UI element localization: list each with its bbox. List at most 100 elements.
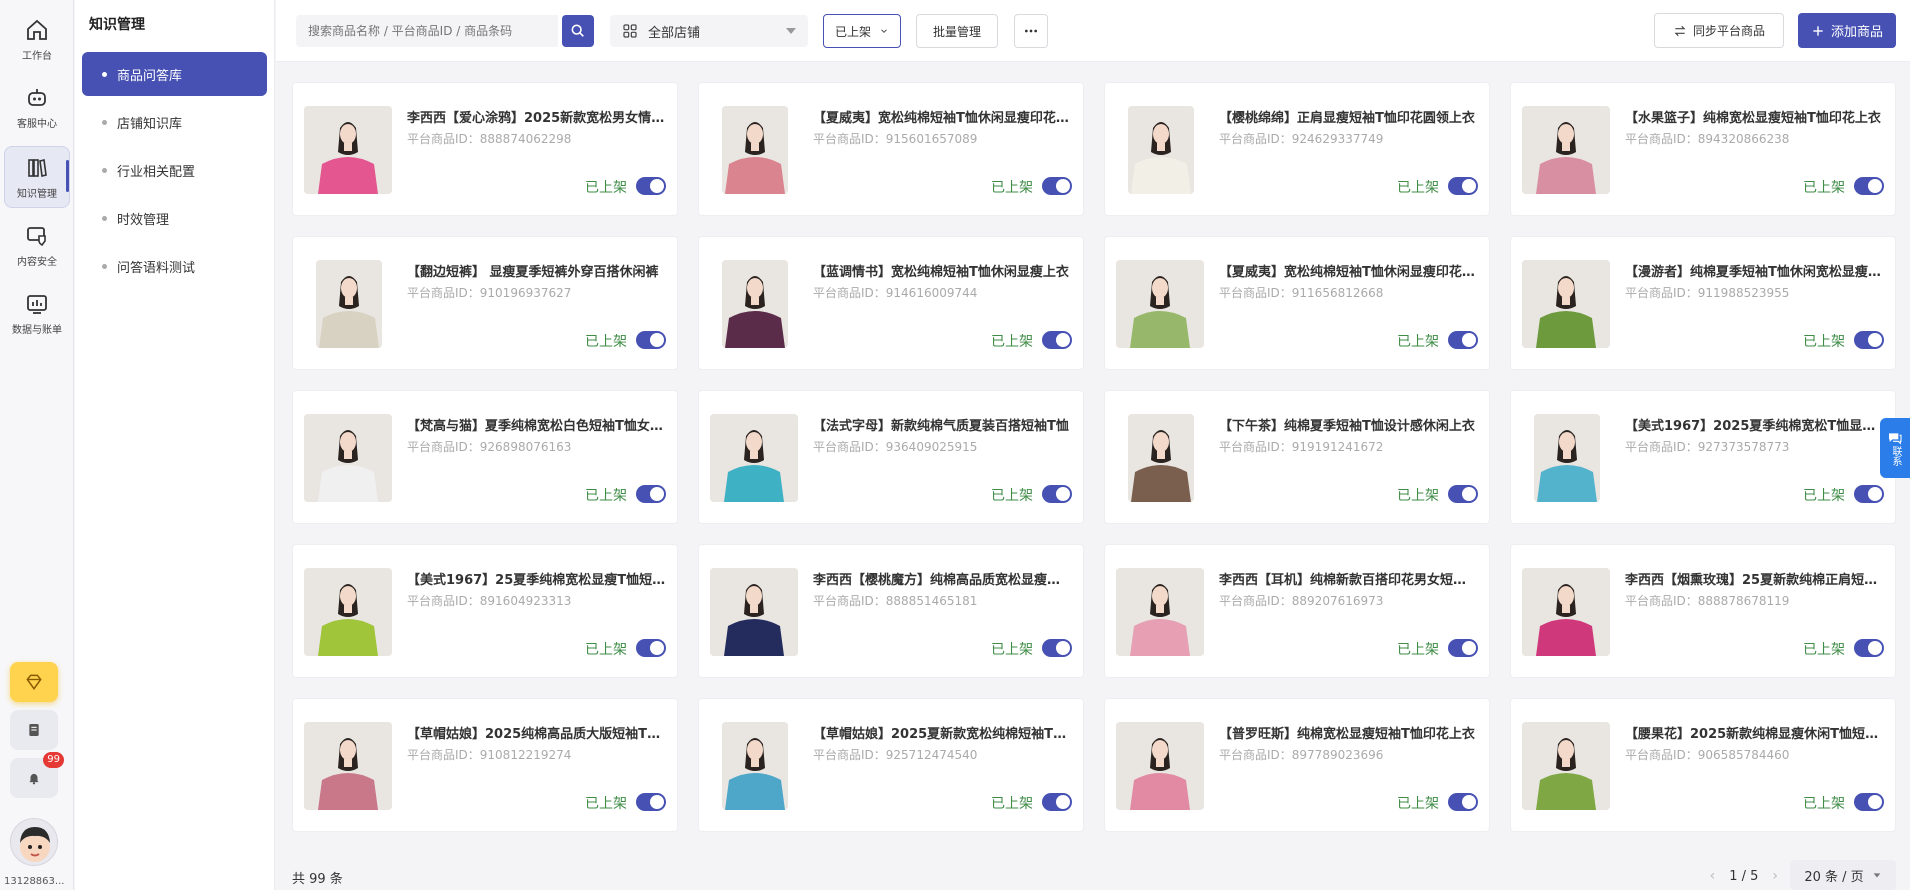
listing-toggle[interactable] [1448,177,1478,195]
sidebar-item-timeliness[interactable]: 时效管理 [82,196,267,240]
product-thumbnail[interactable] [1534,414,1600,502]
product-card[interactable]: 【夏威夷】宽松纯棉短袖T恤休闲显瘦印花上衣 平台商品ID：91560165708… [698,82,1084,216]
listing-toggle[interactable] [1042,485,1072,503]
product-card[interactable]: 【水果篮子】纯棉宽松显瘦短袖T恤印花上衣 平台商品ID：894320866238… [1510,82,1896,216]
product-card[interactable]: 【腰果花】2025新款纯棉显瘦休闲T恤短袖上衣 平台商品ID：906585784… [1510,698,1896,832]
listing-toggle[interactable] [1042,177,1072,195]
listing-toggle[interactable] [636,793,666,811]
avatar[interactable] [10,818,58,866]
listing-toggle[interactable] [1448,485,1478,503]
pagination-bar: 共 99 条 ‹ 1 / 5 › 20 条 / 页 [276,856,1910,890]
product-card[interactable]: 【夏威夷】宽松纯棉短袖T恤休闲显瘦印花上衣 平台商品ID：91165681266… [1104,236,1490,370]
product-thumbnail[interactable] [1116,722,1204,810]
product-platform-id: 平台商品ID：889207616973 [1219,594,1384,608]
listing-toggle[interactable] [636,485,666,503]
product-card[interactable]: 【普罗旺斯】纯棉宽松显瘦短袖T恤印花上衣 平台商品ID：897789023696… [1104,698,1490,832]
product-thumbnail[interactable] [722,106,788,194]
next-page-icon[interactable]: › [1772,868,1778,884]
product-card[interactable]: 【蓝调情书】宽松纯棉短袖T恤休闲显瘦上衣 平台商品ID：914616009744… [698,236,1084,370]
product-thumbnail[interactable] [710,414,798,502]
listing-toggle[interactable] [636,331,666,349]
listing-toggle[interactable] [1854,177,1884,195]
page-size-select[interactable]: 20 条 / 页 [1790,860,1896,890]
sidebar-item-industry-config[interactable]: 行业相关配置 [82,148,267,192]
product-card[interactable]: 【法式字母】新款纯棉气质夏装百搭短袖T恤 平台商品ID：936409025915… [698,390,1084,524]
add-product-button[interactable]: 添加商品 [1798,13,1896,48]
rail-item-knowledge[interactable]: 知识管理 [4,146,70,208]
listing-toggle[interactable] [1448,331,1478,349]
product-thumbnail[interactable] [304,722,392,810]
search-button[interactable] [562,15,594,47]
rail-item-security[interactable]: 内容安全 [4,214,70,276]
listing-toggle[interactable] [1448,639,1478,657]
product-thumbnail[interactable] [722,260,788,348]
rail-item-service[interactable]: 客服中心 [4,76,70,138]
vip-button[interactable] [10,662,58,702]
main-rail: 工作台 客服中心 知识管理 内容安全 数据与账单 99 13128863... [0,0,74,890]
plus-icon [1813,25,1823,36]
product-thumbnail[interactable] [304,414,392,502]
listing-toggle[interactable] [1854,485,1884,503]
product-card[interactable]: 【草帽姑娘】2025夏新款宽松纯棉短袖T恤上衣 平台商品ID：925712474… [698,698,1084,832]
product-thumbnail[interactable] [722,722,788,810]
listing-toggle[interactable] [1854,793,1884,811]
sidebar-item-qa-test[interactable]: 问答语料测试 [82,244,267,288]
product-card[interactable]: 【美式1967】2025夏季纯棉宽松T恤显瘦上衣 平台商品ID：92737357… [1510,390,1896,524]
more-button[interactable] [1014,14,1048,48]
sidebar-item-label: 店铺知识库 [117,116,183,132]
search-input[interactable] [296,15,558,47]
sidebar-item-label: 时效管理 [117,212,170,228]
product-card[interactable]: 【梵高与猫】夏季纯棉宽松白色短袖T恤女上衣 平台商品ID：92689807616… [292,390,678,524]
product-card[interactable]: 李西西【耳机】纯棉新款百搭印花男女短袖T恤 平台商品ID：88920761697… [1104,544,1490,678]
listing-toggle[interactable] [1448,793,1478,811]
sidebar-item-product-qa[interactable]: 商品问答库 [82,52,267,96]
rail-item-workbench[interactable]: 工作台 [4,8,70,70]
listing-toggle[interactable] [1042,639,1072,657]
listing-toggle[interactable] [636,177,666,195]
product-thumbnail[interactable] [316,260,382,348]
product-card[interactable]: 李西西【樱桃魔方】纯棉高品质宽松显瘦短袖T恤 平台商品ID：8888514651… [698,544,1084,678]
product-thumbnail[interactable] [1128,106,1194,194]
product-thumbnail[interactable] [304,568,392,656]
product-card[interactable]: 【美式1967】25夏季纯棉宽松显瘦T恤短袖上衣 平台商品ID：89160492… [292,544,678,678]
status-filter-select[interactable]: 已上架 [823,14,901,48]
product-thumbnail[interactable] [304,106,392,194]
listing-toggle[interactable] [1854,331,1884,349]
product-thumbnail[interactable] [1522,568,1610,656]
product-thumbnail[interactable] [1116,260,1204,348]
status-label: 已上架 [991,488,1033,504]
rail-item-data[interactable]: 数据与账单 [4,282,70,344]
product-platform-id: 平台商品ID：888851465181 [813,594,978,608]
product-card[interactable]: 李西西【烟熏玫瑰】25夏新款纯棉正肩短袖T恤 平台商品ID：8888786781… [1510,544,1896,678]
docs-button[interactable] [10,710,58,750]
product-title: 【夏威夷】宽松纯棉短袖T恤休闲显瘦印花上衣 [813,111,1073,126]
shop-select[interactable]: 全部店铺 [610,15,808,47]
product-card[interactable]: 【下午茶】纯棉夏季短袖T恤设计感休闲上衣 平台商品ID：919191241672… [1104,390,1490,524]
product-title: 【下午茶】纯棉夏季短袖T恤设计感休闲上衣 [1219,419,1475,434]
product-thumbnail[interactable] [1522,106,1610,194]
product-thumbnail[interactable] [1522,260,1610,348]
status-label: 已上架 [585,334,627,350]
product-thumbnail[interactable] [1128,414,1194,502]
product-card[interactable]: 【漫游者】纯棉夏季短袖T恤休闲宽松显瘦上衣 平台商品ID：91198852395… [1510,236,1896,370]
product-card[interactable]: 【樱桃绵绵】正肩显瘦短袖T恤印花圆领上衣 平台商品ID：924629337749… [1104,82,1490,216]
product-thumbnail[interactable] [710,568,798,656]
listing-toggle[interactable] [1854,639,1884,657]
listing-toggle[interactable] [636,639,666,657]
contact-tab[interactable]: 联系 [1880,418,1910,478]
product-card[interactable]: 【草帽姑娘】2025纯棉高品质大版短袖T恤上衣 平台商品ID：910812219… [292,698,678,832]
product-thumbnail[interactable] [1522,722,1610,810]
batch-manage-button[interactable]: 批量管理 [916,14,998,48]
sync-platform-button[interactable]: 同步平台商品 [1654,13,1784,48]
listing-toggle[interactable] [1042,331,1072,349]
prev-page-icon[interactable]: ‹ [1710,868,1716,884]
toggle-knob [650,795,664,809]
listing-toggle[interactable] [1042,793,1072,811]
pager: ‹ 1 / 5 › [1710,868,1778,884]
product-thumbnail[interactable] [1116,568,1204,656]
notifications-button[interactable]: 99 [10,752,64,798]
product-platform-id: 平台商品ID：910812219274 [407,748,572,762]
sidebar-item-shop-kb[interactable]: 店铺知识库 [82,100,267,144]
product-card[interactable]: 李西西【爱心涂鸦】2025新款宽松男女情侣短袖T恤 平台商品ID：8888740… [292,82,678,216]
product-card[interactable]: 【翻边短裤】 显瘦夏季短裤外穿百搭休闲裤 平台商品ID：910196937627… [292,236,678,370]
